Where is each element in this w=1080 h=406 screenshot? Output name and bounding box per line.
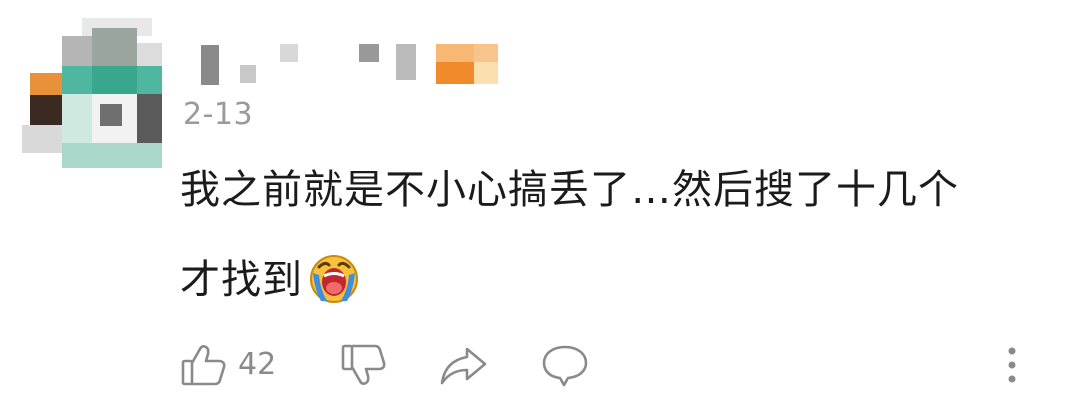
comment-date: 2-13 <box>183 97 254 132</box>
comment-actions: 42 <box>180 340 1040 396</box>
comment-bubble-icon <box>540 341 590 389</box>
thumbs-up-icon <box>180 341 228 389</box>
more-options-button[interactable] <box>1002 340 1022 390</box>
comment-text: 我之前就是不小心搞丢了…然后搜了十几个 才找到 <box>180 160 1050 310</box>
more-vertical-icon <box>1002 341 1022 389</box>
reply-button[interactable] <box>540 340 590 390</box>
share-button[interactable] <box>437 340 489 390</box>
comment-text-line-2: 才找到 <box>180 250 1050 310</box>
crying-face-icon <box>307 251 361 305</box>
comment-text-line-2-text: 才找到 <box>180 257 303 303</box>
share-arrow-icon <box>437 341 489 389</box>
thumbs-down-icon <box>340 341 388 389</box>
dislike-button[interactable] <box>340 340 388 390</box>
comment-text-line-1: 我之前就是不小心搞丢了…然后搜了十几个 <box>180 167 959 213</box>
like-count: 42 <box>238 347 277 382</box>
like-button[interactable]: 42 <box>180 340 276 390</box>
avatar[interactable] <box>22 18 167 168</box>
username[interactable] <box>196 40 506 88</box>
